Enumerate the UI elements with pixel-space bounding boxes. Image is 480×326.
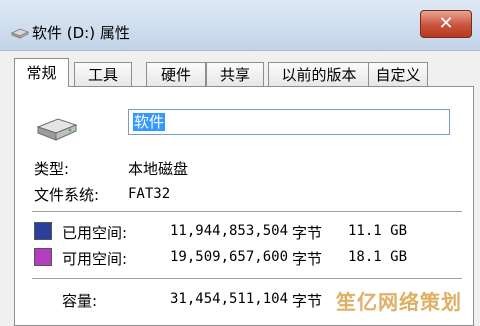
drive-name-value: 软件 [133, 113, 166, 131]
free-space-size: 18.1 GB [348, 249, 408, 265]
close-button[interactable]: ✕ [420, 10, 472, 38]
filesystem-value: FAT32 [128, 186, 171, 202]
capacity-unit: 字节 [292, 292, 323, 310]
free-space-unit: 字节 [292, 250, 323, 268]
watermark: 笙亿网络策划 [336, 290, 462, 314]
drive-icon [11, 28, 29, 39]
used-space-unit: 字节 [292, 224, 323, 242]
filesystem-label: 文件系统: [34, 186, 100, 204]
divider [32, 278, 462, 279]
used-space-label: 已用空间: [62, 224, 128, 242]
close-icon: ✕ [438, 13, 454, 34]
used-space-bytes: 11,944,853,504 [170, 223, 289, 239]
hard-drive-icon [36, 118, 78, 141]
type-label: 类型: [34, 160, 70, 178]
capacity-label: 容量: [62, 292, 98, 310]
free-space-bytes: 19,509,657,600 [170, 249, 289, 265]
divider [32, 211, 462, 212]
tab-hardware[interactable]: 硬件 [146, 62, 206, 86]
used-space-size: 11.1 GB [348, 223, 408, 239]
window-title: 软件 (D:) 属性 [32, 24, 130, 42]
tab-sharing[interactable]: 共享 [206, 62, 264, 86]
tab-customize[interactable]: 自定义 [368, 62, 428, 86]
capacity-bytes: 31,454,511,104 [170, 291, 289, 307]
used-space-swatch [34, 222, 52, 240]
tab-general[interactable]: 常规 [14, 58, 69, 87]
tab-strip: 常规 工具 硬件 共享 以前的版本 自定义 [14, 58, 474, 88]
free-space-swatch [34, 248, 52, 266]
tab-tools[interactable]: 工具 [74, 62, 132, 86]
title-bar: 软件 (D:) 属性 ✕ [0, 0, 480, 51]
type-value: 本地磁盘 [128, 160, 189, 178]
drive-name-input[interactable]: 软件 [128, 109, 450, 135]
free-space-label: 可用空间: [62, 250, 128, 268]
tab-previous-versions[interactable]: 以前的版本 [268, 62, 370, 86]
